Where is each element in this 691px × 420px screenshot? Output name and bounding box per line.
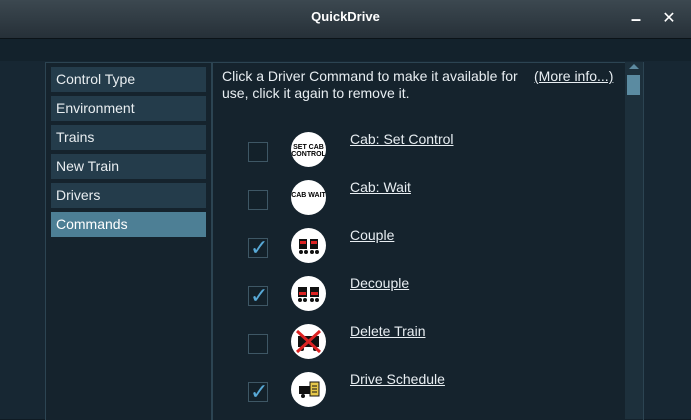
scrollbar[interactable] [625,62,643,419]
sidebar-item-control-type[interactable]: Control Type [51,67,206,92]
close-button[interactable]: ✕ [660,10,678,28]
command-label[interactable]: Cab: Set Control [350,131,454,147]
command-checkbox[interactable]: ✓ [248,235,269,260]
cab-wait-icon: CAB WAIT [291,180,326,215]
sidebar: Control Type Environment Trains New Trai… [45,62,212,420]
sidebar-item-environment[interactable]: Environment [51,96,206,121]
command-label[interactable]: Delete Train [350,323,425,339]
command-checkbox[interactable]: ✓ [248,283,269,308]
set-cab-control-icon: SET CAB CONTROL [291,132,326,167]
command-row: ✓ Drive Schedule [213,366,633,414]
command-checkbox[interactable] [248,190,268,210]
command-label[interactable]: Couple [350,227,394,243]
decouple-icon [291,276,326,311]
check-icon: ✓ [250,379,269,404]
scroll-thumb[interactable] [627,75,640,95]
command-label[interactable]: Drive Schedule [350,371,445,387]
instructions-text: Click a Driver Command to make it availa… [222,68,518,101]
command-row: ✓ Decouple [213,270,633,318]
sidebar-item-commands[interactable]: Commands [51,212,206,237]
more-info-link[interactable]: (More info...) [534,68,613,84]
command-row: ✓ Couple [213,222,633,270]
command-row: Delete Train [213,318,633,366]
command-label[interactable]: Cab: Wait [350,179,411,195]
check-icon: ✓ [250,235,269,260]
sidebar-item-trains[interactable]: Trains [51,125,206,150]
minimize-button[interactable]: – [627,10,645,28]
command-checkbox[interactable] [248,142,268,162]
scroll-up-icon[interactable] [629,64,639,69]
cab-wait-icon-text: CAB WAIT [291,192,326,199]
window-title: QuickDrive [311,9,380,24]
set-cab-control-icon-text: SET CAB CONTROL [291,144,326,158]
top-strip [0,39,691,61]
delete-train-icon [291,324,326,359]
command-row: SET CAB CONTROL Cab: Set Control [213,126,633,174]
command-label[interactable]: Decouple [350,275,409,291]
couple-icon [291,228,326,263]
sidebar-item-new-train[interactable]: New Train [51,154,206,179]
check-icon: ✓ [250,283,269,308]
sidebar-item-drivers[interactable]: Drivers [51,183,206,208]
command-row: CAB WAIT Cab: Wait [213,174,633,222]
commands-panel: Click a Driver Command to make it availa… [212,62,644,420]
quickdrive-window: QuickDrive – ✕ Control Type Environment … [0,0,691,420]
command-checkbox[interactable] [248,334,268,354]
title-bar[interactable]: QuickDrive – ✕ [0,0,691,39]
drive-schedule-icon [291,372,326,407]
command-checkbox[interactable]: ✓ [248,379,269,404]
